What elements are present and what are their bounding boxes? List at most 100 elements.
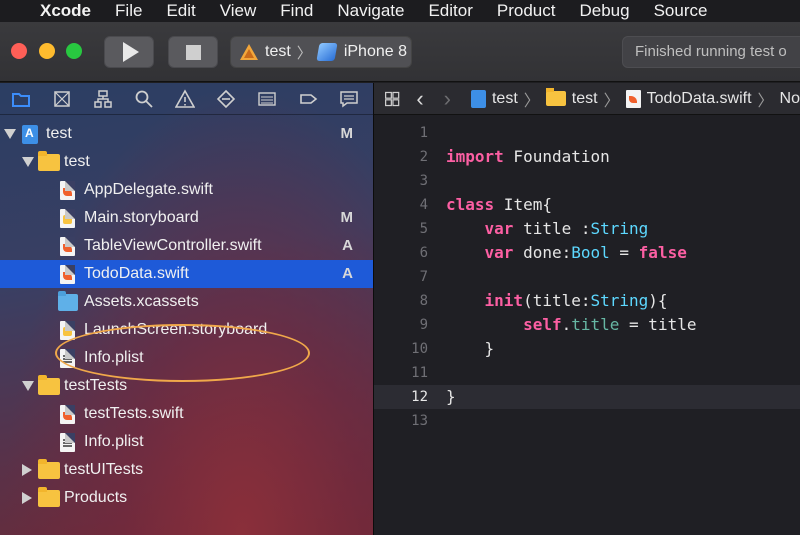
related-items-grid-icon[interactable]	[384, 89, 400, 109]
menu-app-xcode[interactable]: Xcode	[32, 0, 103, 22]
file-tree-row[interactable]: testTests	[0, 372, 373, 400]
breadcrumb-project-label: test	[491, 89, 518, 107]
file-tree-label: Products	[64, 489, 128, 506]
breadcrumb-symbol[interactable]: No	[780, 90, 800, 108]
plist-file-icon	[60, 433, 75, 452]
run-button[interactable]	[104, 36, 154, 68]
file-tree-row[interactable]: Info.plist	[0, 428, 373, 456]
code-line[interactable]: 9 self.title = title	[374, 313, 800, 337]
breadcrumb-project[interactable]: test	[470, 89, 518, 108]
code-line[interactable]: 7	[374, 265, 800, 289]
menu-file[interactable]: File	[103, 0, 154, 22]
stop-button[interactable]	[168, 36, 218, 68]
code-line[interactable]: 10 }	[374, 337, 800, 361]
menu-find[interactable]: Find	[268, 0, 325, 22]
back-arrow-icon[interactable]: ‹	[416, 86, 423, 112]
code-line[interactable]: 8 init(title:String){	[374, 289, 800, 313]
scm-status-badge: M	[340, 209, 354, 226]
swift-file-icon	[60, 237, 75, 256]
code-line[interactable]: 2 import Foundation	[374, 145, 800, 169]
code-text: var done:Bool = false	[446, 241, 687, 265]
code-line[interactable]: 3	[374, 169, 800, 193]
code-line[interactable]: 13	[374, 409, 800, 433]
code-line[interactable]: 5 var title :String	[374, 217, 800, 241]
debug-gauge-icon	[257, 91, 276, 106]
file-tree-row[interactable]: TableViewController.swift A	[0, 232, 373, 260]
breadcrumb-file-label: TodoData.swift	[646, 89, 752, 107]
code-line[interactable]: 12}	[374, 385, 800, 409]
breadcrumb-group[interactable]: test	[545, 88, 598, 108]
menu-source[interactable]: Source	[642, 0, 720, 22]
minimize-window-button[interactable]	[39, 43, 55, 59]
code-line[interactable]: 1	[374, 121, 800, 145]
line-number: 8	[419, 293, 428, 309]
code-line[interactable]: 6 var done:Bool = false	[374, 241, 800, 265]
file-tree-row[interactable]: testUITests	[0, 456, 373, 484]
breadcrumb-file[interactable]: TodoData.swift	[625, 89, 752, 108]
disclosure-expanded-icon[interactable]	[22, 380, 34, 392]
storyboard-file-icon	[60, 321, 75, 340]
disclosure-expanded-icon[interactable]	[4, 128, 16, 140]
menu-editor[interactable]: Editor	[416, 0, 484, 22]
code-token: false	[638, 243, 687, 262]
tab-report-navigator[interactable]	[328, 83, 369, 115]
code-line[interactable]: 4 class Item{	[374, 193, 800, 217]
code-token: (title:	[523, 291, 591, 310]
forward-arrow-icon[interactable]: ›	[444, 86, 451, 112]
code-text: import Foundation	[446, 145, 610, 169]
tab-find-navigator[interactable]	[123, 83, 164, 115]
line-number: 11	[411, 365, 428, 381]
file-tree-row[interactable]: Info.plist	[0, 344, 373, 372]
file-tree-row[interactable]: Assets.xcassets	[0, 288, 373, 316]
file-tree: test Mtest AppDelegate.swift Main.storyboar…	[0, 120, 373, 512]
code-area[interactable]: 1 2 import Foundation 3 4 class Item{5 var ti…	[374, 121, 800, 433]
tab-test-navigator[interactable]	[205, 83, 246, 115]
file-tree-row[interactable]: testTests.swift	[0, 400, 373, 428]
file-tree-row[interactable]: test M	[0, 120, 373, 148]
line-number: 13	[411, 413, 428, 429]
tab-source-control-navigator[interactable]	[41, 83, 82, 115]
code-token: self	[523, 315, 562, 334]
line-number: 5	[419, 221, 428, 237]
tab-project-navigator[interactable]	[0, 83, 41, 115]
disclosure-collapsed-icon[interactable]	[22, 464, 34, 476]
tab-issue-navigator[interactable]	[164, 83, 205, 115]
menu-debug[interactable]: Debug	[567, 0, 641, 22]
menu-navigate[interactable]: Navigate	[325, 0, 416, 22]
code-token: Item{	[494, 195, 552, 214]
file-tree-row[interactable]: test	[0, 148, 373, 176]
code-token: String	[590, 291, 649, 310]
report-bubble-icon	[339, 90, 358, 107]
disclosure-collapsed-icon[interactable]	[22, 492, 34, 504]
tab-breakpoint-navigator[interactable]	[287, 83, 328, 115]
tab-symbol-navigator[interactable]	[82, 83, 123, 115]
menu-product[interactable]: Product	[485, 0, 568, 22]
close-window-button[interactable]	[11, 43, 27, 59]
menu-edit[interactable]: Edit	[154, 0, 207, 22]
folder-icon	[38, 151, 60, 171]
project-file-icon	[22, 125, 38, 144]
file-tree-label: AppDelegate.swift	[84, 181, 213, 198]
file-tree-row[interactable]: Main.storyboard M	[0, 204, 373, 232]
tab-debug-navigator[interactable]	[246, 83, 287, 115]
jump-bar: ‹ › test 〉 test 〉 TodoData.swift 〉 No	[374, 83, 800, 115]
scm-status-badge: A	[342, 265, 353, 282]
file-tree-row[interactable]: LaunchScreen.storyboard	[0, 316, 373, 344]
code-token: init	[484, 291, 524, 310]
zoom-window-button[interactable]	[66, 43, 82, 59]
scheme-selector[interactable]: test 〉 iPhone 8	[230, 36, 412, 68]
disclosure-expanded-icon[interactable]	[22, 156, 34, 168]
storyboard-file-icon	[60, 209, 75, 228]
menu-view[interactable]: View	[208, 0, 269, 22]
hierarchy-icon	[93, 89, 112, 108]
file-tree-row[interactable]: TodoData.swift A	[0, 260, 373, 288]
code-token: Bool	[571, 243, 610, 262]
scheme-device-label: iPhone 8	[343, 43, 407, 60]
swift-file-icon	[60, 405, 75, 424]
file-tree-row[interactable]: Products	[0, 484, 373, 512]
file-tree-row[interactable]: AppDelegate.swift	[0, 176, 373, 204]
file-tree-label: Info.plist	[84, 433, 144, 450]
code-line[interactable]: 11	[374, 361, 800, 385]
